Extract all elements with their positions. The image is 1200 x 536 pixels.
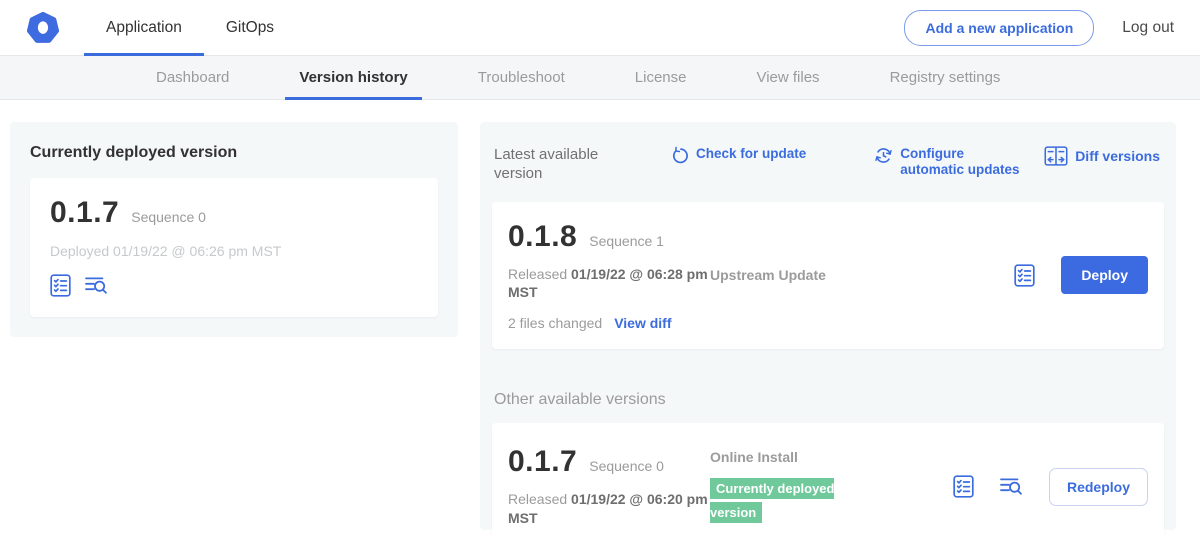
- app-subnav: Dashboard Version history Troubleshoot L…: [0, 56, 1200, 100]
- other-version-source-block: Online Install Currently deployed versio…: [710, 449, 880, 525]
- nav-tab-application[interactable]: Application: [84, 0, 204, 56]
- deployed-version-number: 0.1.7: [50, 196, 119, 230]
- check-for-update-action[interactable]: Check for update: [670, 146, 806, 165]
- nav-tab-label: GitOps: [226, 19, 274, 37]
- view-diff-link[interactable]: View diff: [614, 315, 671, 331]
- latest-available-title: Latest available version: [494, 146, 616, 184]
- subnav-item-dashboard[interactable]: Dashboard: [142, 56, 243, 100]
- deploy-button[interactable]: Deploy: [1061, 256, 1148, 294]
- deployed-version-card: 0.1.7 Sequence 0 Deployed 01/19/22 @ 06:…: [30, 178, 438, 317]
- available-versions-panel: Latest available version Check for updat…: [480, 122, 1176, 530]
- preflight-checks-icon[interactable]: [50, 274, 71, 297]
- view-logs-icon[interactable]: [85, 275, 108, 296]
- diff-icon: [1044, 146, 1068, 166]
- subnav-item-version-history[interactable]: Version history: [285, 56, 421, 100]
- available-header: Latest available version Check for updat…: [494, 146, 1160, 184]
- refresh-icon: [670, 146, 689, 165]
- kots-admin-console: Application GitOps Add a new application…: [0, 0, 1200, 536]
- top-nav: Application GitOps Add a new application…: [0, 0, 1200, 56]
- files-changed-count: 2 files changed: [508, 315, 602, 331]
- diff-versions-action[interactable]: Diff versions: [1044, 146, 1160, 166]
- subnav-item-registry-settings[interactable]: Registry settings: [876, 56, 1015, 100]
- other-version-source: Online Install: [710, 449, 880, 465]
- redeploy-button[interactable]: Redeploy: [1049, 468, 1148, 506]
- auto-update-clock-icon: [874, 146, 893, 165]
- other-version-number: 0.1.7: [508, 445, 577, 479]
- panel-title: Currently deployed version: [30, 144, 438, 162]
- view-logs-icon[interactable]: [1000, 476, 1023, 497]
- logout-link[interactable]: Log out: [1122, 19, 1174, 37]
- other-versions-title: Other available versions: [494, 391, 1162, 409]
- add-application-button[interactable]: Add a new application: [904, 10, 1094, 46]
- nav-tab-gitops[interactable]: GitOps: [204, 0, 296, 56]
- subnav-item-license[interactable]: License: [621, 56, 701, 100]
- app-logo[interactable]: [26, 11, 60, 45]
- subnav-item-troubleshoot[interactable]: Troubleshoot: [464, 56, 579, 100]
- latest-version-source: Upstream Update: [710, 267, 880, 283]
- subnav-item-view-files[interactable]: View files: [742, 56, 833, 100]
- deployed-sequence: Sequence 0: [131, 209, 206, 225]
- main-content: Currently deployed version 0.1.7 Sequenc…: [0, 100, 1200, 530]
- currently-deployed-badge: Currently deployed version: [710, 478, 834, 523]
- nav-tab-label: Application: [106, 19, 182, 37]
- other-sequence: Sequence 0: [589, 458, 664, 474]
- deployed-timestamp: Deployed 01/19/22 @ 06:26 pm MST: [50, 243, 418, 259]
- version-card-other: 0.1.7 Sequence 0 Released 01/19/22 @ 06:…: [492, 423, 1164, 536]
- heptagon-logo-icon: [26, 11, 60, 45]
- latest-version-number: 0.1.8: [508, 220, 577, 254]
- latest-sequence: Sequence 1: [589, 233, 664, 249]
- other-released-timestamp: Released 01/19/22 @ 06:20 pm MST: [508, 490, 710, 528]
- preflight-checks-icon[interactable]: [1014, 264, 1035, 287]
- currently-deployed-panel: Currently deployed version 0.1.7 Sequenc…: [10, 122, 458, 337]
- preflight-checks-icon[interactable]: [953, 475, 974, 498]
- version-card-latest: 0.1.8 Sequence 1 Released 01/19/22 @ 06:…: [492, 202, 1164, 350]
- configure-auto-updates-action[interactable]: Configure automatic updates: [874, 146, 1030, 178]
- latest-released-timestamp: Released 01/19/22 @ 06:28 pm MST: [508, 265, 710, 303]
